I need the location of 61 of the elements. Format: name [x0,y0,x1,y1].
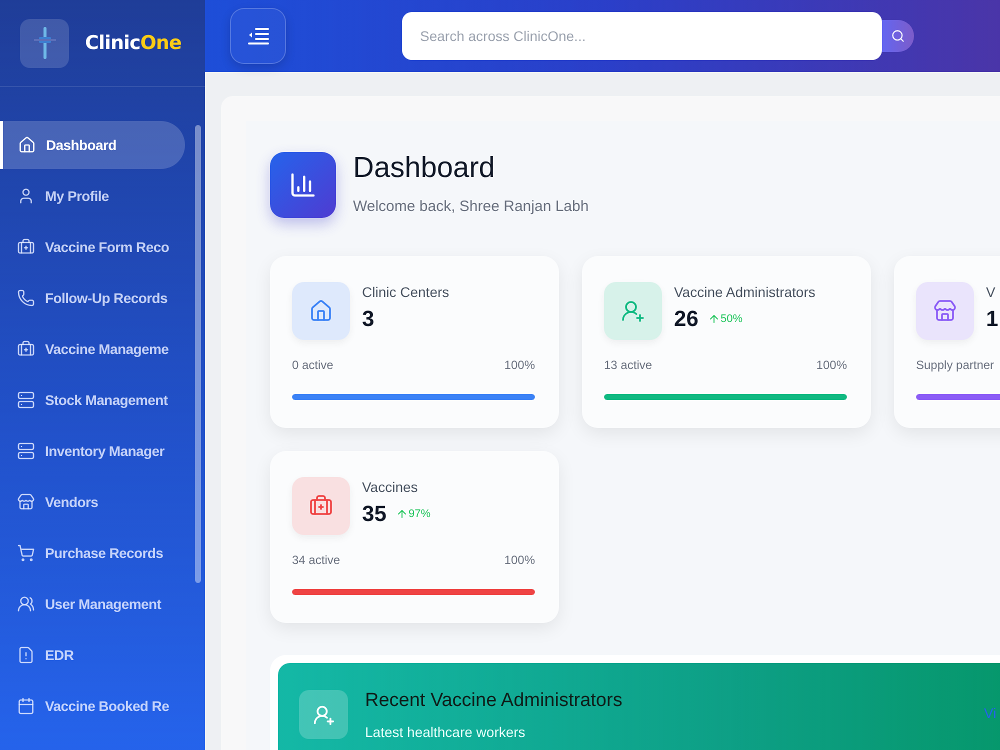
section-subtitle: Latest healthcare workers [365,724,526,740]
logo-icon [20,18,69,68]
percent-text: 100% [816,358,847,372]
up-arrow-icon [396,508,408,520]
active-count: 0 active [292,358,334,372]
chart-icon [289,171,317,199]
card-value: 26 [674,306,698,332]
sidebar-item[interactable]: Stock Management [0,376,185,424]
card-value: 3 [362,306,374,332]
active-count: 34 active [292,553,340,567]
medical-kit-icon [17,340,35,358]
user-icon [17,187,35,205]
card-title: Clinic Centers [362,284,450,300]
home-icon [309,299,333,323]
search-button[interactable] [882,20,914,52]
welcome-text: Welcome back, Shree Ranjan Labh [353,198,589,215]
sidebar-item[interactable]: Vaccine Form Reco [0,223,185,271]
user-plus-icon [621,299,645,323]
percent-text: 100% [504,358,535,372]
server-icon [17,391,35,409]
page-title: Dashboard [353,152,496,184]
users-icon [17,595,35,613]
store-icon [933,299,957,323]
medical-kit-icon [17,238,35,256]
store-icon [17,493,35,511]
section-title: Recent Vaccine Administrators [365,690,622,712]
sidebar-item[interactable]: Follow-Up Records [0,274,185,322]
sidebar-item[interactable]: Inventory Manager [0,427,185,475]
card-title: Vaccine Administrators [674,284,816,300]
sidebar-item[interactable]: Vaccine Manageme [0,325,185,373]
server-icon [17,442,35,460]
home-icon [18,136,36,154]
sidebar-item[interactable]: My Profile [0,172,185,220]
user-plus-icon [312,704,334,726]
calendar-icon [17,697,35,715]
search-icon [891,29,905,43]
active-count: 13 active [604,358,652,372]
scrollbar[interactable] [195,125,201,583]
brand-name: ClinicOne [85,32,182,54]
trend-text: 50% [708,313,743,325]
search-field[interactable]: Search across ClinicOne... [402,12,882,60]
sidebar-item[interactable]: Purchase Records [0,529,185,577]
trend-text: 97% [396,508,431,520]
file-warning-icon [17,646,35,664]
medical-kit-icon [309,494,333,518]
sidebar-item[interactable]: Vaccine Booked Re [0,682,185,730]
active-count: Supply partner [916,358,994,372]
card-value: 1 [986,306,998,332]
menu-icon [247,27,269,45]
sidebar-item[interactable]: Vendors [0,478,185,526]
cart-icon [17,544,35,562]
menu-button[interactable] [230,8,286,64]
sidebar-item[interactable]: Dashboard [0,121,185,169]
up-arrow-icon [708,313,720,325]
card-value: 35 [362,501,386,527]
card-title: Vaccines [362,479,419,495]
percent-text: 100% [504,553,535,567]
sidebar-item[interactable]: EDR [0,631,185,679]
phone-icon [17,289,35,307]
sidebar-item[interactable]: User Management [0,580,185,628]
card-title: V [986,284,996,300]
